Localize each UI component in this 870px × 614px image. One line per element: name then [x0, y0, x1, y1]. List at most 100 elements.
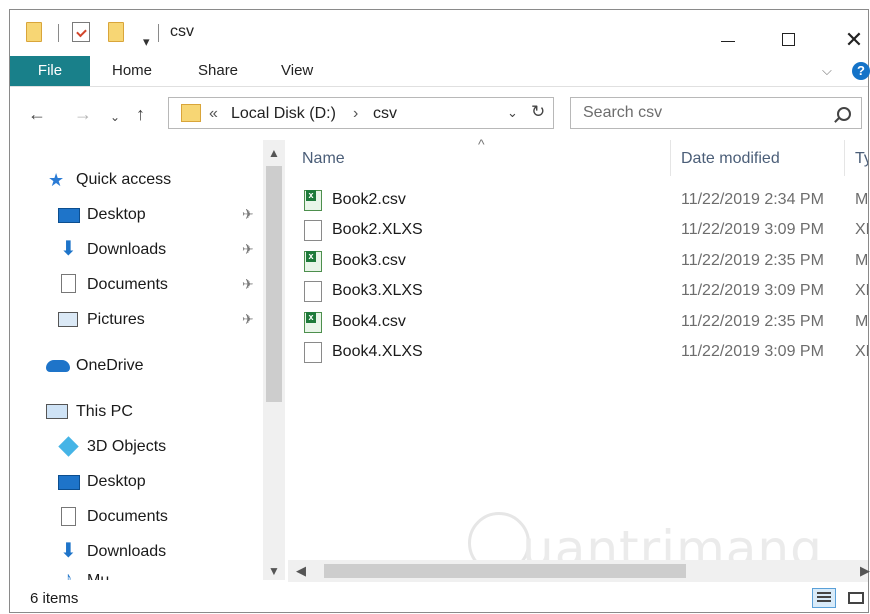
column-date-modified-header[interactable]: Date modified [681, 150, 780, 168]
pin-icon[interactable]: ✈ [242, 311, 254, 328]
file-date: 11/22/2019 3:09 PM [681, 343, 824, 360]
file-name[interactable]: Book2.csv [332, 191, 406, 209]
recent-locations-chevron-icon[interactable]: ⌄ [110, 107, 120, 127]
sidebar-item-desktop[interactable]: Desktop [87, 204, 146, 226]
folder-icon [181, 104, 201, 122]
minimize-button[interactable] [704, 24, 752, 56]
file-row[interactable]: Book4.csv 11/22/2019 2:35 PM M [288, 308, 868, 338]
search-icon[interactable] [837, 107, 851, 121]
star-icon: ★ [48, 170, 65, 190]
address-overflow-icon[interactable]: « [209, 104, 218, 124]
sidebar-item-downloads-pc[interactable]: Downloads [87, 541, 166, 563]
scroll-left-arrow-icon[interactable]: ◀ [296, 563, 306, 579]
sidebar-item-desktop-pc[interactable]: Desktop [87, 471, 146, 493]
refresh-icon[interactable]: ↻ [531, 102, 545, 122]
file-row[interactable]: Book2.XLXS 11/22/2019 3:09 PM XL [288, 216, 868, 246]
new-folder-icon[interactable] [108, 22, 124, 42]
file-name[interactable]: Book2.XLXS [332, 221, 423, 239]
large-icons-view-icon[interactable] [846, 588, 866, 608]
documents-icon [61, 274, 76, 293]
file-name[interactable]: Book3.csv [332, 252, 406, 270]
pin-icon[interactable]: ✈ [242, 276, 254, 293]
this-pc-icon [46, 404, 68, 419]
sort-ascending-icon: ^ [478, 136, 485, 152]
breadcrumb-local-disk[interactable]: Local Disk (D:) [231, 104, 336, 124]
scrollbar-thumb[interactable] [324, 564, 686, 578]
excel-csv-icon [304, 190, 322, 211]
column-separator[interactable] [670, 140, 671, 176]
search-input[interactable]: Search csv [583, 104, 662, 122]
sidebar-item-music[interactable]: Mu [87, 570, 109, 580]
column-name-header[interactable]: Name [302, 150, 345, 168]
file-row[interactable]: Book3.csv 11/22/2019 2:35 PM M [288, 247, 868, 277]
sidebar-item-onedrive[interactable]: OneDrive [76, 355, 144, 377]
file-row[interactable]: Book2.csv 11/22/2019 2:34 PM M [288, 186, 868, 216]
forward-button[interactable]: → [74, 104, 92, 124]
excel-csv-icon [304, 251, 322, 272]
column-type-header[interactable]: Ty [855, 150, 868, 168]
file-name[interactable]: Book4.XLXS [332, 343, 423, 361]
tab-share[interactable]: Share [188, 56, 248, 86]
expand-ribbon-chevron-icon[interactable]: ⌵ [822, 56, 832, 86]
sidebar-item-quick-access[interactable]: Quick access [76, 169, 171, 191]
downloads-icon: ⬇ [60, 540, 77, 562]
sidebar-item-documents[interactable]: Documents [87, 274, 168, 296]
up-button[interactable]: ↑ [136, 104, 145, 124]
scroll-up-arrow-icon[interactable]: ▲ [268, 146, 280, 160]
column-header: ^ Name Date modified Ty [288, 136, 868, 176]
blank-file-icon [304, 220, 322, 241]
file-type: M [855, 191, 868, 208]
maximize-button[interactable] [764, 24, 812, 56]
tab-home[interactable]: Home [102, 56, 162, 86]
properties-icon[interactable] [72, 22, 90, 42]
column-separator[interactable] [844, 140, 845, 176]
pin-icon[interactable]: ✈ [242, 241, 254, 258]
details-view-icon[interactable] [812, 588, 836, 608]
sidebar-item-3d-objects[interactable]: 3D Objects [87, 436, 166, 458]
file-name[interactable]: Book3.XLXS [332, 282, 423, 300]
breadcrumb-csv[interactable]: csv [373, 104, 397, 124]
3d-objects-icon [58, 436, 79, 457]
scroll-right-arrow-icon[interactable]: ▶ [860, 563, 870, 579]
tab-file[interactable]: File [10, 56, 90, 86]
desktop-icon [58, 208, 80, 223]
scroll-down-arrow-icon[interactable]: ▼ [268, 564, 280, 578]
file-row[interactable]: Book3.XLXS 11/22/2019 3:09 PM XL [288, 277, 868, 307]
file-name[interactable]: Book4.csv [332, 313, 406, 331]
back-button[interactable]: ← [28, 104, 46, 124]
navigation-pane: ★ Quick access Desktop ✈ ⬇ Downloads ✈ D… [10, 140, 262, 580]
file-date: 11/22/2019 2:35 PM [681, 313, 824, 330]
toolbar-separator [58, 24, 59, 42]
close-button[interactable]: ✕ [830, 24, 870, 56]
sidebar-item-music-clip: ♪ Mu [10, 566, 262, 580]
help-icon[interactable]: ? [852, 62, 870, 80]
sidebar-item-documents-pc[interactable]: Documents [87, 506, 168, 528]
desktop-icon [58, 475, 80, 490]
address-dropdown-icon[interactable]: ⌄ [507, 105, 518, 121]
sidebar-item-pictures[interactable]: Pictures [87, 309, 145, 331]
breadcrumb-separator[interactable]: › [353, 104, 358, 124]
file-row[interactable]: Book4.XLXS 11/22/2019 3:09 PM XL [288, 338, 868, 368]
pin-icon[interactable]: ✈ [242, 206, 254, 223]
title-separator [158, 24, 159, 42]
pictures-icon [58, 312, 78, 327]
file-date: 11/22/2019 3:09 PM [681, 282, 824, 299]
nav-pane-scrollbar[interactable]: ▲ ▼ [263, 140, 285, 580]
window-title: csv [170, 23, 194, 40]
blank-file-icon [304, 342, 322, 363]
address-bar[interactable]: « Local Disk (D:) › csv ⌄ ↻ [168, 97, 554, 129]
ribbon-tabs: File Home Share View ⌵ ? [10, 56, 870, 87]
downloads-icon: ⬇ [60, 238, 77, 260]
sidebar-item-downloads[interactable]: Downloads [87, 239, 166, 261]
file-type: M [855, 313, 868, 330]
file-date: 11/22/2019 2:35 PM [681, 252, 824, 269]
documents-icon [61, 507, 76, 526]
excel-csv-icon [304, 312, 322, 333]
customize-quick-access-dropdown[interactable]: ▾ [143, 34, 150, 50]
tab-view[interactable]: View [271, 56, 323, 86]
sidebar-item-this-pc[interactable]: This PC [76, 401, 133, 423]
search-box[interactable]: Search csv [570, 97, 862, 129]
file-list-scrollbar[interactable]: ◀ ▶ [288, 560, 870, 582]
title-bar: ▾ csv ✕ [10, 10, 868, 54]
scrollbar-thumb[interactable] [266, 166, 282, 402]
